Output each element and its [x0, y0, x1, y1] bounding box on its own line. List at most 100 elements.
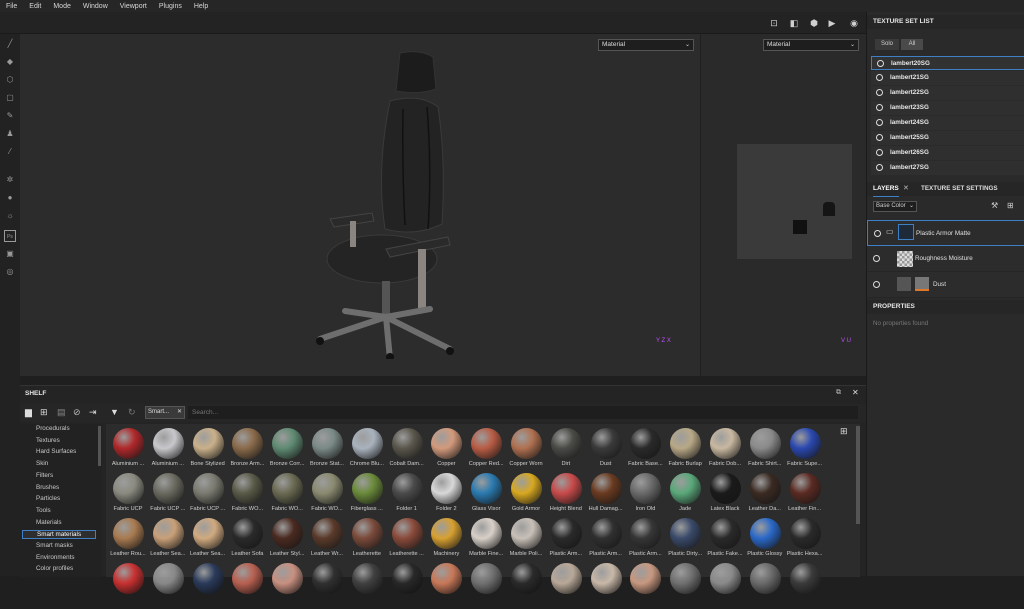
material-thumbnail[interactable]: Folder 2 — [426, 473, 466, 519]
category-item[interactable]: Textures — [36, 437, 60, 444]
material-thumbnail[interactable]: Plastic Fake... — [705, 518, 745, 564]
category-item[interactable]: Hard Surfaces — [36, 448, 76, 455]
material-thumbnail[interactable]: Dust — [586, 428, 626, 474]
category-item[interactable]: Brushes — [36, 484, 59, 491]
tab-layers[interactable]: LAYERS — [873, 182, 899, 197]
material-thumbnail[interactable] — [426, 563, 466, 609]
filter-tag[interactable]: Smart... ✕ — [145, 406, 185, 419]
material-thumbnail[interactable]: Leather Rou... — [108, 518, 148, 564]
import-icon[interactable]: ⇥ — [89, 407, 97, 418]
material-thumbnail[interactable]: Bronze Arm... — [227, 428, 267, 474]
material-thumbnail[interactable] — [347, 563, 387, 609]
material-thumbnail[interactable] — [785, 563, 825, 609]
plugin-icon[interactable]: ◎ — [4, 266, 16, 278]
visibility-icon[interactable] — [876, 74, 883, 81]
texture-set-item[interactable]: lambert27SG — [871, 161, 1024, 175]
layer-item[interactable]: ▭ Plastic Armor Matte — [867, 220, 1024, 246]
material-thumbnail[interactable]: Leather Sea... — [148, 518, 188, 564]
material-thumbnail[interactable]: Leather Wr... — [307, 518, 347, 564]
visibility-icon[interactable] — [877, 60, 884, 67]
material-thumbnail[interactable] — [506, 563, 546, 609]
category-scrollbar[interactable] — [98, 426, 101, 466]
viewport-2d[interactable]: Material ⌄ V U — [701, 34, 866, 376]
material-thumbnail[interactable]: Leather Sofa — [227, 518, 267, 564]
export-icon[interactable]: ▣ — [4, 248, 16, 260]
visibility-icon[interactable] — [876, 149, 883, 156]
material-thumbnail[interactable]: Fabric UCP ... — [188, 473, 228, 519]
projection-icon[interactable]: ⬡ — [4, 74, 16, 86]
material-thumbnail[interactable]: Hull Damag... — [586, 473, 626, 519]
material-thumbnail[interactable]: Leather Sea... — [188, 518, 228, 564]
material-thumbnail[interactable]: Plastic Arm... — [546, 518, 586, 564]
category-item[interactable]: Color profiles — [36, 565, 73, 572]
color-picker-icon[interactable]: ⁄ — [4, 146, 16, 158]
visibility-icon[interactable] — [876, 104, 883, 111]
all-button[interactable]: All — [901, 39, 923, 50]
view-mode-icon[interactable]: ⊡ — [768, 17, 780, 29]
material-thumbnail[interactable]: Plastic Arm... — [586, 518, 626, 564]
category-item[interactable]: Materials — [36, 519, 62, 526]
menu-file[interactable]: File — [6, 3, 17, 10]
category-item[interactable]: Tools — [36, 507, 51, 514]
material-thumbnail[interactable] — [745, 563, 785, 609]
material-thumbnail[interactable] — [108, 563, 148, 609]
remove-tag-icon[interactable]: ✕ — [177, 407, 182, 418]
hide-icon[interactable]: ⊘ — [73, 407, 81, 418]
material-thumbnail[interactable] — [466, 563, 506, 609]
material-thumbnail[interactable]: Aluminium ... — [148, 428, 188, 474]
menu-mode[interactable]: Mode — [53, 3, 71, 10]
material-thumbnail[interactable]: Plastic Dirty... — [665, 518, 705, 564]
screenshot-icon[interactable]: ◉ — [848, 17, 860, 29]
material-thumbnail[interactable]: Aluminium ... — [108, 428, 148, 474]
material-thumbnail[interactable]: Leather Styl... — [267, 518, 307, 564]
add-layer-icon[interactable]: ⊞ — [1007, 201, 1014, 210]
material-thumbnail[interactable]: Marble Poli... — [506, 518, 546, 564]
menu-edit[interactable]: Edit — [29, 3, 41, 10]
sun-icon[interactable]: ☼ — [4, 210, 16, 222]
menu-window[interactable]: Window — [83, 3, 108, 10]
material-thumbnail[interactable]: Leather Fin... — [785, 473, 825, 519]
menu-viewport[interactable]: Viewport — [120, 3, 147, 10]
grid-view-icon[interactable]: ⊞ — [840, 426, 848, 437]
material-thumbnail[interactable]: Leatherette ... — [387, 518, 427, 564]
texture-set-item[interactable]: lambert23SG — [871, 101, 1024, 115]
close-icon[interactable]: ✕ — [852, 388, 859, 397]
category-item[interactable]: Filters — [36, 472, 53, 479]
menu-plugins[interactable]: Plugins — [159, 3, 182, 10]
maximize-icon[interactable]: ⧉ — [836, 389, 841, 397]
visibility-icon[interactable] — [876, 89, 883, 96]
material-thumbnail[interactable]: Height Blend — [546, 473, 586, 519]
viewport-2d-mode-select[interactable]: Material ⌄ — [763, 39, 859, 51]
menu-help[interactable]: Help — [194, 3, 208, 10]
bake-icon[interactable]: ● — [4, 192, 16, 204]
clone-icon[interactable]: ♟ — [4, 128, 16, 140]
material-thumbnail[interactable]: Leather Da... — [745, 473, 785, 519]
add-effect-icon[interactable]: ⚒ — [991, 201, 998, 210]
category-item[interactable]: Procedurals — [36, 425, 70, 432]
visibility-icon[interactable] — [876, 164, 883, 171]
texture-set-item[interactable]: lambert22SG — [871, 86, 1024, 100]
material-thumbnail[interactable]: Fiberglass ... — [347, 473, 387, 519]
material-thumbnail[interactable]: Latex Black — [705, 473, 745, 519]
material-thumbnail[interactable]: Machinery — [426, 518, 466, 564]
visibility-icon[interactable] — [873, 255, 880, 262]
texture-set-item[interactable]: lambert21SG — [871, 71, 1024, 85]
category-item[interactable]: Smart materials — [22, 530, 96, 540]
material-thumbnail[interactable]: Folder 1 — [387, 473, 427, 519]
texture-set-item[interactable]: lambert20SG — [871, 56, 1024, 70]
material-thumbnail[interactable] — [188, 563, 228, 609]
channel-select[interactable]: Base Color ⌄ — [873, 201, 917, 212]
tab-texture-set-settings[interactable]: TEXTURE SET SETTINGS — [921, 182, 998, 196]
layer-item[interactable]: Roughness Moisture — [867, 246, 1024, 272]
visibility-icon[interactable] — [874, 230, 881, 237]
category-item[interactable]: Smart masks — [36, 542, 73, 549]
visibility-icon[interactable] — [873, 281, 880, 288]
cube-icon[interactable]: ⬢ — [808, 17, 820, 29]
material-thumbnail[interactable] — [705, 563, 745, 609]
close-tab-icon[interactable]: ✕ — [903, 182, 909, 196]
texture-set-item[interactable]: lambert24SG — [871, 116, 1024, 130]
material-thumbnail[interactable] — [387, 563, 427, 609]
material-thumbnail[interactable]: Bone Stylized — [188, 428, 228, 474]
material-thumbnail[interactable] — [665, 563, 705, 609]
material-thumbnail[interactable] — [586, 563, 626, 609]
